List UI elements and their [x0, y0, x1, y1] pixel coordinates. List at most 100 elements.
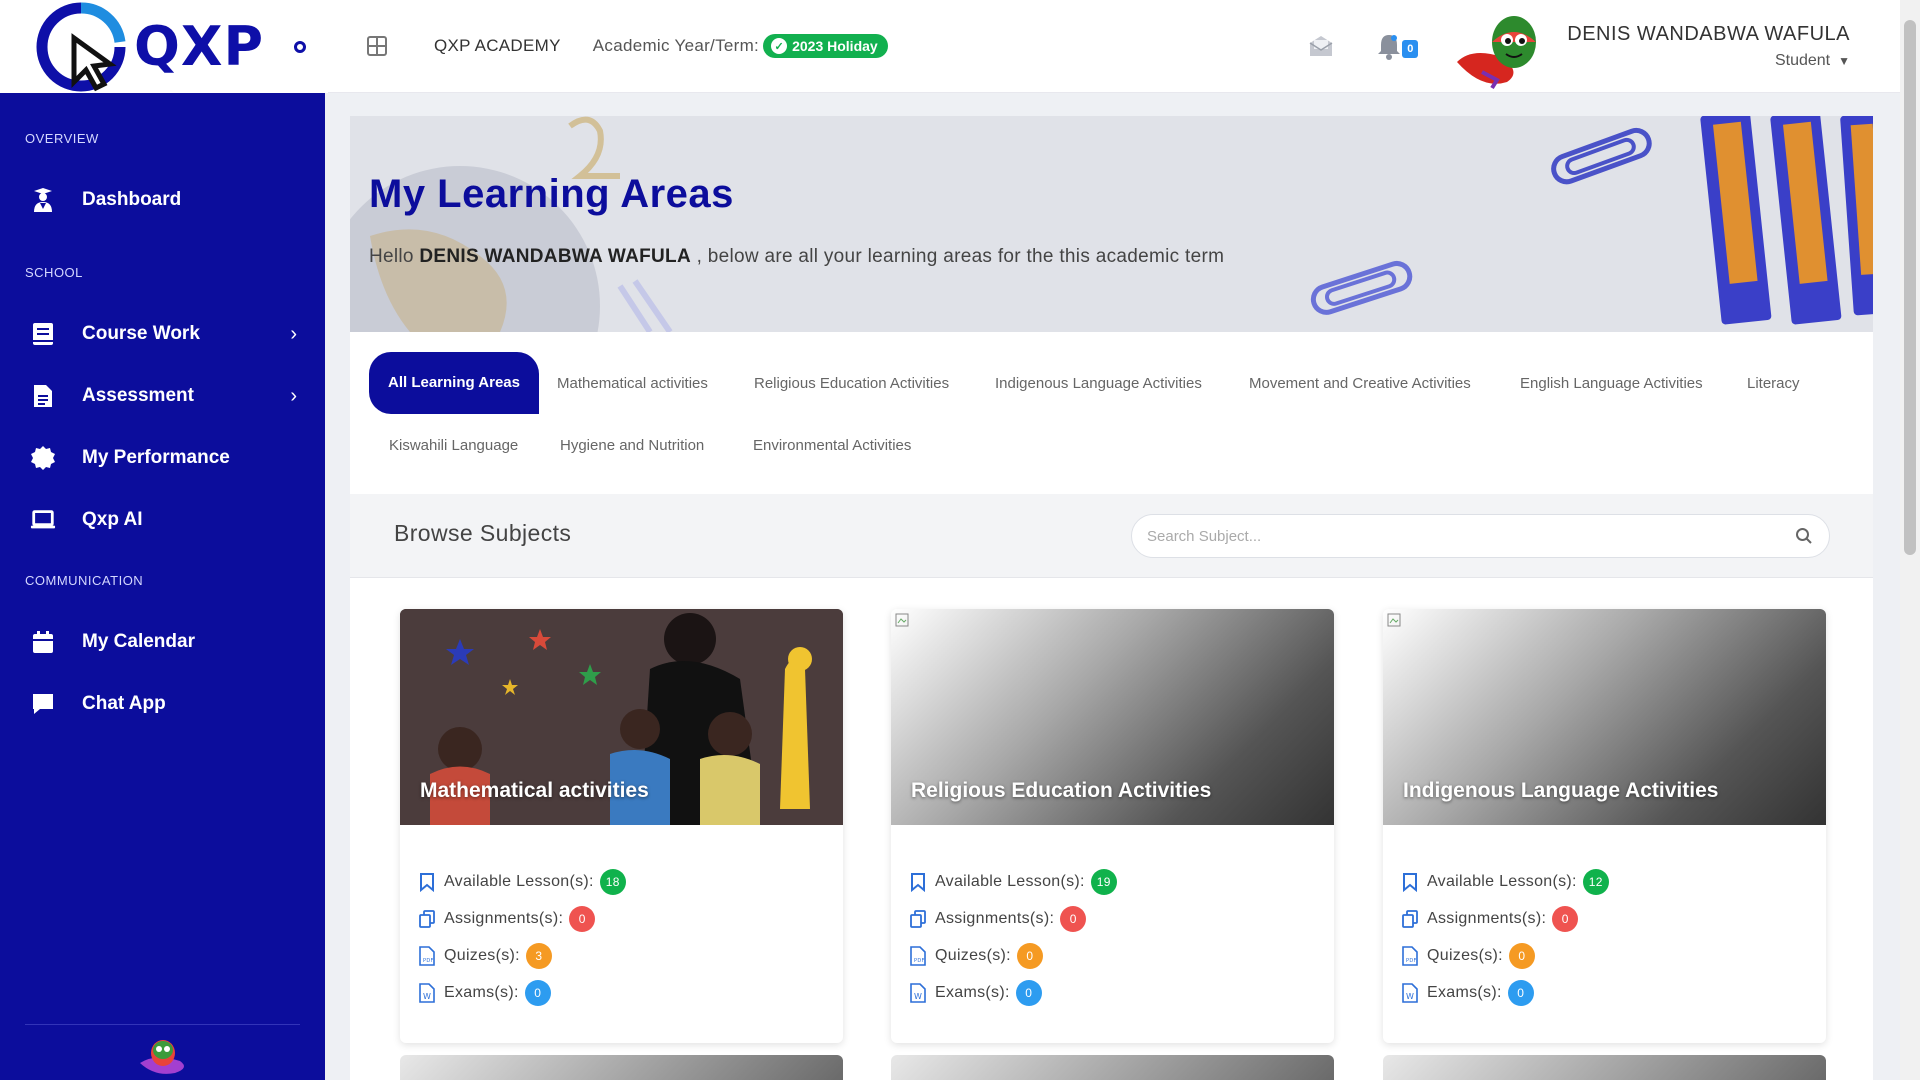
assignments-count: 0 — [569, 905, 596, 932]
exams-count: 0 — [1507, 979, 1534, 1006]
sidebar-item-label: Assessment — [82, 385, 194, 406]
stat-label: Exams(s): — [444, 983, 519, 1001]
card-stats: Available Lesson(s): 18 Assignments(s): … — [400, 825, 843, 1011]
stat-label: Exams(s): — [935, 983, 1010, 1001]
tab-kiswahili-language[interactable]: Kiswahili Language — [389, 437, 518, 454]
sidebar-item-chat-app[interactable]: Chat App — [0, 673, 325, 735]
svg-text:W: W — [914, 992, 922, 1001]
quizzes-count: 0 — [1016, 942, 1043, 969]
sidebar-item-dashboard[interactable]: Dashboard — [0, 169, 325, 231]
quizzes-count: 0 — [1508, 942, 1535, 969]
stat-exams: W Exams(s): 0 — [909, 974, 1334, 1011]
subject-card-peek[interactable] — [1383, 1055, 1826, 1080]
stat-label: Quizes(s): — [444, 946, 520, 964]
grid-icon[interactable] — [366, 35, 388, 57]
term-label: Academic Year/Term: — [592, 36, 760, 55]
tab-hygiene-nutrition[interactable]: Hygiene and Nutrition — [560, 437, 704, 454]
stat-quizzes: PDF Quizes(s): 0 — [1401, 937, 1826, 974]
subject-card[interactable]: Religious Education Activities Available… — [891, 609, 1334, 1043]
card-image: Religious Education Activities — [891, 609, 1334, 825]
assignments-count: 0 — [1060, 905, 1087, 932]
sidebar-item-assessment[interactable]: Assessment › — [0, 365, 325, 427]
search-icon[interactable] — [1795, 527, 1813, 545]
search-field — [1131, 514, 1830, 558]
logo-area[interactable]: QXP — [0, 0, 328, 93]
sidebar-item-label: Chat App — [82, 693, 166, 714]
page-title: My Learning Areas — [369, 172, 734, 216]
tab-all-learning-areas[interactable]: All Learning Areas — [369, 352, 539, 414]
quizzes-count: 3 — [525, 942, 552, 969]
sidebar-item-my-calendar[interactable]: My Calendar — [0, 611, 325, 673]
stat-lessons: Available Lesson(s): 19 — [909, 863, 1334, 900]
search-input[interactable] — [1147, 515, 1747, 557]
scrollbar-thumb[interactable] — [1904, 20, 1916, 555]
stat-label: Quizes(s): — [935, 946, 1011, 964]
stat-lessons: Available Lesson(s): 12 — [1401, 863, 1826, 900]
laptop-icon — [30, 507, 56, 533]
graduate-icon — [30, 187, 56, 213]
tab-movement-creative[interactable]: Movement and Creative Activities — [1249, 375, 1471, 392]
stat-label: Available Lesson(s): — [444, 872, 594, 890]
browse-bar: Browse Subjects — [350, 494, 1873, 578]
sidebar-item-my-performance[interactable]: My Performance — [0, 427, 325, 489]
stat-label: Assignments(s): — [1427, 909, 1547, 927]
tab-indigenous-language[interactable]: Indigenous Language Activities — [995, 375, 1202, 392]
sidebar-item-qxp-ai[interactable]: Qxp AI — [0, 489, 325, 551]
tab-religious-education[interactable]: Religious Education Activities — [754, 375, 949, 392]
logo-icon — [36, 1, 126, 91]
sidebar-item-label: Qxp AI — [82, 509, 143, 530]
tab-english-language[interactable]: English Language Activities — [1520, 375, 1703, 392]
copy-icon — [1402, 909, 1418, 928]
book-icon — [30, 321, 56, 347]
greeting-text: Hello DENIS WANDABWA WAFULA , below are … — [369, 246, 1224, 268]
section-communication: COMMUNICATION — [25, 573, 144, 588]
avatar[interactable] — [1452, 2, 1557, 90]
mail-icon[interactable] — [1308, 34, 1334, 58]
tab-mathematical-activities[interactable]: Mathematical activities — [557, 375, 708, 392]
stat-assignments: Assignments(s): 0 — [909, 900, 1334, 937]
bookmark-icon — [420, 872, 434, 892]
svg-text:PDF: PDF — [914, 958, 925, 964]
mascot-icon — [140, 1040, 184, 1074]
card-title: Indigenous Language Activities — [1403, 779, 1719, 802]
card-stats: Available Lesson(s): 12 Assignments(s): … — [1383, 825, 1826, 1011]
svg-text:PDF: PDF — [423, 958, 434, 964]
card-title: Religious Education Activities — [911, 779, 1212, 802]
broken-image-icon — [895, 613, 909, 627]
copy-icon — [910, 909, 926, 928]
user-role-text: Student — [1774, 51, 1831, 69]
caret-down-icon: ▼ — [1838, 53, 1850, 68]
stat-assignments: Assignments(s): 0 — [1401, 900, 1826, 937]
broken-image-icon — [1387, 613, 1401, 627]
card-stats: Available Lesson(s): 19 Assignments(s): … — [891, 825, 1334, 1011]
sidebar-item-label: Dashboard — [82, 189, 182, 210]
page-scrollbar[interactable] — [1900, 0, 1920, 1080]
card-image: Mathematical activities — [400, 609, 843, 825]
term-badge: ✓ 2023 Holiday — [763, 34, 888, 58]
subject-card[interactable]: Indigenous Language Activities Available… — [1383, 609, 1826, 1043]
stat-quizzes: PDF Quizes(s): 0 — [909, 937, 1334, 974]
chevron-right-icon: › — [290, 384, 297, 407]
tab-literacy[interactable]: Literacy — [1747, 375, 1800, 392]
word-file-icon: W — [1402, 982, 1418, 1003]
browse-title: Browse Subjects — [394, 520, 572, 546]
subject-card-peek[interactable] — [400, 1055, 843, 1080]
word-file-icon: W — [419, 982, 435, 1003]
svg-text:W: W — [1406, 992, 1414, 1001]
sidebar-nav: OVERVIEW Dashboard SCHOOL Course Work › … — [0, 93, 325, 735]
stat-exams: W Exams(s): 0 — [418, 974, 843, 1011]
tab-environmental-activities[interactable]: Environmental Activities — [753, 437, 911, 454]
card-title: Mathematical activities — [420, 779, 649, 802]
toggle-dot-icon[interactable] — [294, 40, 307, 53]
section-overview: OVERVIEW — [25, 131, 99, 146]
card-image: Indigenous Language Activities — [1383, 609, 1826, 825]
subject-card[interactable]: Mathematical activities Available Lesson… — [400, 609, 843, 1043]
check-icon: ✓ — [771, 38, 788, 54]
sidebar-item-course-work[interactable]: Course Work › — [0, 303, 325, 365]
notifications-button[interactable]: 0 — [1376, 32, 1419, 60]
subject-card-peek[interactable] — [891, 1055, 1334, 1080]
banner-decoration — [350, 116, 1873, 332]
user-menu[interactable]: DENIS WANDABWA WAFULA Student ▼ — [1567, 23, 1850, 70]
pdf-file-icon: PDF — [1402, 945, 1418, 966]
bookmark-icon — [911, 872, 925, 892]
